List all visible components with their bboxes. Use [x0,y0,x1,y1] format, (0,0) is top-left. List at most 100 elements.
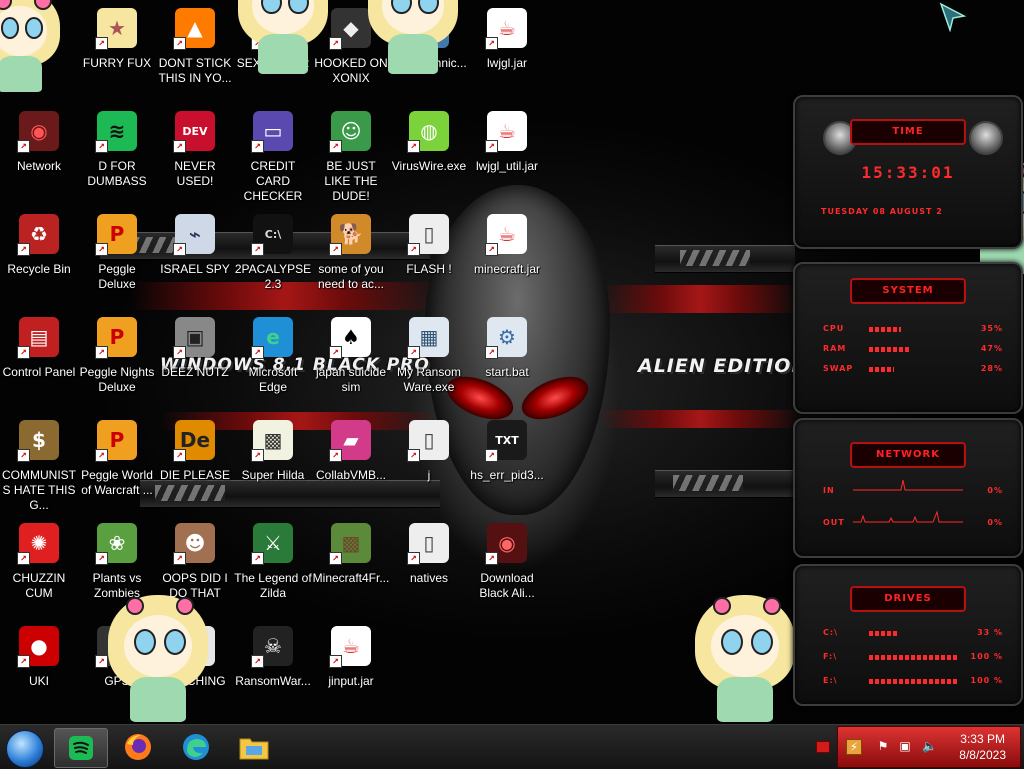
desktop-icon[interactable]: C:\ ↗ 2PACALYPSE 2.3 [234,214,312,292]
taskbar-file-explorer-button[interactable] [228,728,280,766]
desktop-icon[interactable]: P ↗ Peggle Deluxe [78,214,156,292]
wallpaper-stripe [655,245,795,273]
gadget-caption: SYSTEM [850,278,966,304]
desktop-icon-label: DIE PLEASE [159,468,231,482]
desktop-icon[interactable]: ◉ ↗ Download Black Ali... [468,523,546,601]
gadget-level-bar [869,631,899,636]
desktop-icon-label: BE JUST LIKE THE DUDE! [324,159,378,203]
desktop-icon-label: lwjgl_util.jar [475,159,539,173]
desktop-icon[interactable]: ▰ ↗ CollabVMB... [312,420,390,483]
desktop-icon[interactable]: ☻ ↗ OOPS DID I DO THAT [156,523,234,601]
desktop-icon[interactable]: ☕ ↗ lwjgl_util.jar [468,111,546,174]
desktop-icon-label: Network [16,159,61,173]
shortcut-arrow-icon: ↗ [17,449,30,462]
notification-flag-icon[interactable] [816,741,830,753]
desktop-icon[interactable]: ♻ ↗ Recycle Bin [0,214,78,277]
cards-icon: ♠ ↗ [329,317,371,359]
gadget-row-value: 100 % [970,652,1003,661]
desktop-icon[interactable]: ▲ ↗ DONT STICK THIS IN YO... [156,8,234,86]
desktop-icon[interactable]: TXT ↗ hs_err_pid3... [468,420,546,483]
desktop-icon-label: Recycle Bin [7,262,71,276]
gadget-row-name: C:\ [823,628,838,637]
desktop-icon[interactable]: ▭ ↗ CREDIT CARD CHECKER [234,111,312,204]
shortcut-arrow-icon: ↗ [485,140,498,153]
control-panel-icon: ▤ ↗ [17,317,59,359]
network-row-out: OUT 0% [823,510,1003,527]
start-button[interactable] [6,730,44,768]
gadget-caption: DRIVES [850,586,966,612]
desktop-icon[interactable]: ♠ ↗ japan suicide sim [312,317,390,395]
shortcut-arrow-icon: ↗ [485,346,498,359]
gadget-row-name: E:\ [823,676,838,685]
desktop-icon[interactable]: 🐕 ↗ some of you need to ac... [312,214,390,292]
spotify-icon: ≋ ↗ [95,111,137,153]
shortcut-arrow-icon: ↗ [251,449,264,462]
desktop-icon-label: D FOR DUMBASS [87,159,147,188]
desktop-icon[interactable]: P ↗ Peggle Nights Deluxe [78,317,156,395]
network-icon[interactable]: ▣ [898,739,912,753]
desktop-icon[interactable]: ▩ ↗ Minecraft4Fr... [312,523,390,586]
desktop-icon[interactable]: ▯ ↗ FLASH ! [390,214,468,277]
taskbar-edge-button[interactable] [170,728,222,766]
recycle-bin-icon: ♻ ↗ [17,214,59,256]
desktop-icon[interactable]: ▣ ↗ DEEZ NUTZ [156,317,234,380]
credit-card-icon: ▭ ↗ [251,111,293,153]
edge-icon [183,734,209,760]
furry-icon: ★ ↗ [95,8,137,50]
desktop-icon[interactable]: ◍ ↗ VirusWire.exe [390,111,468,174]
system-gadget: SYSTEM CPU 35% RAM 47% SWAP 28% [793,262,1023,414]
desktop-icon[interactable]: ✺ ↗ CHUZZIN CUM [0,523,78,601]
system-tray: ⚡ ⚑ ▣ 🔈 3:33 PM 8/8/2023 [837,726,1021,768]
desktop-icon[interactable]: ☕ ↗ lwjgl.jar [468,8,546,71]
xonix-icon: ◆ ↗ [329,8,371,50]
peggle-icon: P ↗ [95,420,137,462]
desktop-icon[interactable]: ⚙ ↗ start.bat [468,317,546,380]
pixel-icon: ▩ ↗ [251,420,293,462]
desktop-icon[interactable]: ▤ ↗ Control Panel [0,317,78,380]
desktop-icon[interactable]: ▯ ↗ j [390,420,468,483]
desktop-icon-label: Peggle Deluxe [98,262,136,291]
peggle-icon: P ↗ [95,214,137,256]
desktop-icon[interactable]: ☠ ↗ RansomWar... [234,626,312,689]
shortcut-arrow-icon: ↗ [17,140,30,153]
desktop-icon[interactable]: ≋ ↗ D FOR DUMBASS [78,111,156,189]
desktop-icon[interactable]: De ↗ DIE PLEASE [156,420,234,483]
taskbar-firefox-button[interactable] [112,728,164,766]
de-icon: De ↗ [173,420,215,462]
taskbar-clock[interactable]: 3:33 PM 8/8/2023 [959,731,1006,763]
desktop-icon-label: lwjgl.jar [486,56,527,70]
shortcut-arrow-icon: ↗ [251,140,264,153]
desktop-icon-label: ISRAEL SPY [160,262,230,276]
desktop-icon[interactable]: ❀ ↗ Plants vs Zombies [78,523,156,601]
desktop-icon[interactable]: P ↗ Peggle World of Warcraft ... [78,420,156,498]
shortcut-arrow-icon: ↗ [329,346,342,359]
file-icon: ▯ ↗ [407,523,449,565]
gadget-row-name: RAM [823,344,847,353]
desktop-icon[interactable]: ☕ ↗ minecraft.jar [468,214,546,277]
app-tray-icon[interactable]: ⚡ [846,739,862,755]
desktop-icon[interactable]: ☺ ↗ BE JUST LIKE THE DUDE! [312,111,390,204]
desktop-icon[interactable]: ● ↗ UKI [0,626,78,689]
desktop-icon-label: Download Black Ali... [479,571,535,600]
desktop-icon[interactable]: ▯ ↗ natives [390,523,468,586]
desktop-icon[interactable]: ⌁ ↗ ISRAEL SPY [156,214,234,277]
desktop-icon-label: j [427,468,431,482]
desktop-icon[interactable]: $ ↗ COMMUNISTS HATE THIS G... [0,420,78,513]
volume-icon[interactable]: 🔈 [922,739,937,753]
desktop-icon-label: The Legend of Zilda [234,571,312,600]
time-gadget: TIME 15:33:01 TUESDAY 08 AUGUST 2 [793,95,1023,249]
desktop-icon[interactable]: ▦ ↗ My Ransom Ware.exe [390,317,468,395]
desktop-icon[interactable]: ⚔ ↗ The Legend of Zilda [234,523,312,601]
desktop-icon[interactable]: ☕ ↗ jinput.jar [312,626,390,689]
desktop-icon[interactable]: ◉ ↗ Network [0,111,78,174]
desktop-icon[interactable]: ▩ ↗ Super Hilda [234,420,312,483]
desktop-icon[interactable]: e ↗ Microsoft Edge [234,317,312,395]
java-icon: ☕ ↗ [485,214,527,256]
desktop-icon[interactable]: DEV ↗ NEVER USED! [156,111,234,189]
gadget-row-name: F:\ [823,652,838,661]
taskbar-spotify-button[interactable] [54,728,108,768]
desktop-icon[interactable]: ★ ↗ FURRY FUX [78,8,156,71]
action-center-flag-icon[interactable]: ⚑ [876,739,890,753]
shortcut-arrow-icon: ↗ [329,449,342,462]
network-out-graph [853,510,963,523]
